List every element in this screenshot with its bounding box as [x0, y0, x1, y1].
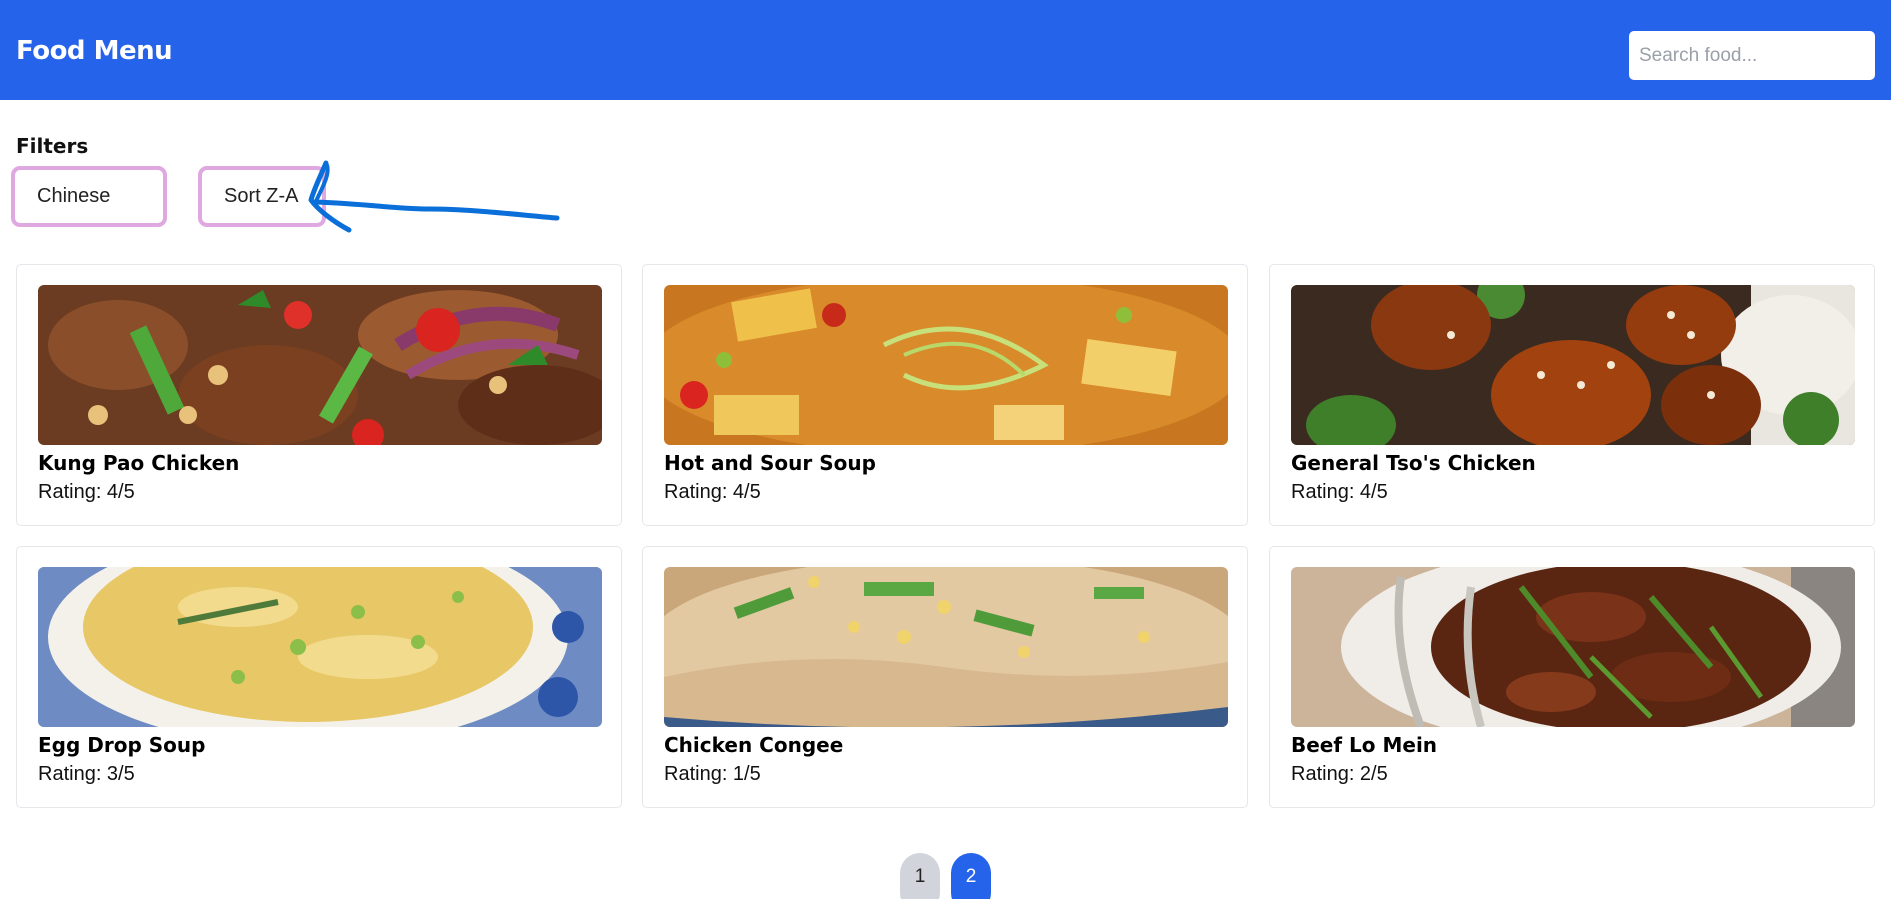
card-rating: Rating: 4/5	[1291, 481, 1388, 503]
egg-drop-soup-image	[38, 567, 602, 727]
page-2-button[interactable]: 2	[951, 853, 991, 899]
food-card-hot-and-sour-soup[interactable]: Hot and Sour Soup Rating: 4/5	[642, 264, 1248, 526]
top-bar: Food Menu	[0, 0, 1891, 100]
card-rating: Rating: 4/5	[38, 481, 135, 503]
card-rating: Rating: 4/5	[664, 481, 761, 503]
chicken-congee-image	[664, 567, 1228, 727]
beef-lo-mein-image	[1291, 567, 1855, 727]
card-title: General Tso's Chicken	[1291, 451, 1536, 475]
page-1-button[interactable]: 1	[900, 853, 940, 899]
food-card-general-tsos-chicken[interactable]: General Tso's Chicken Rating: 4/5	[1269, 264, 1875, 526]
card-title: Beef Lo Mein	[1291, 733, 1438, 757]
filters-heading: Filters	[16, 134, 89, 158]
food-card-egg-drop-soup[interactable]: Egg Drop Soup Rating: 3/5	[16, 546, 622, 808]
card-rating: Rating: 3/5	[38, 763, 135, 785]
card-title: Kung Pao Chicken	[38, 451, 240, 475]
card-title: Chicken Congee	[664, 733, 844, 757]
kung-pao-chicken-image	[38, 285, 602, 445]
card-title: Hot and Sour Soup	[664, 451, 876, 475]
card-title: Egg Drop Soup	[38, 733, 206, 757]
filter-chinese-button[interactable]: Chinese	[11, 166, 167, 227]
search-input[interactable]	[1629, 31, 1875, 80]
hot-and-sour-soup-image	[664, 285, 1228, 445]
card-rating: Rating: 2/5	[1291, 763, 1388, 785]
food-card-chicken-congee[interactable]: Chicken Congee Rating: 1/5	[642, 546, 1248, 808]
hand-drawn-arrow-annotation	[308, 160, 560, 233]
app-title: Food Menu	[16, 36, 173, 66]
food-card-kung-pao-chicken[interactable]: Kung Pao Chicken Rating: 4/5	[16, 264, 622, 526]
food-card-beef-lo-mein[interactable]: Beef Lo Mein Rating: 2/5	[1269, 546, 1875, 808]
general-tsos-chicken-image	[1291, 285, 1855, 445]
card-rating: Rating: 1/5	[664, 763, 761, 785]
